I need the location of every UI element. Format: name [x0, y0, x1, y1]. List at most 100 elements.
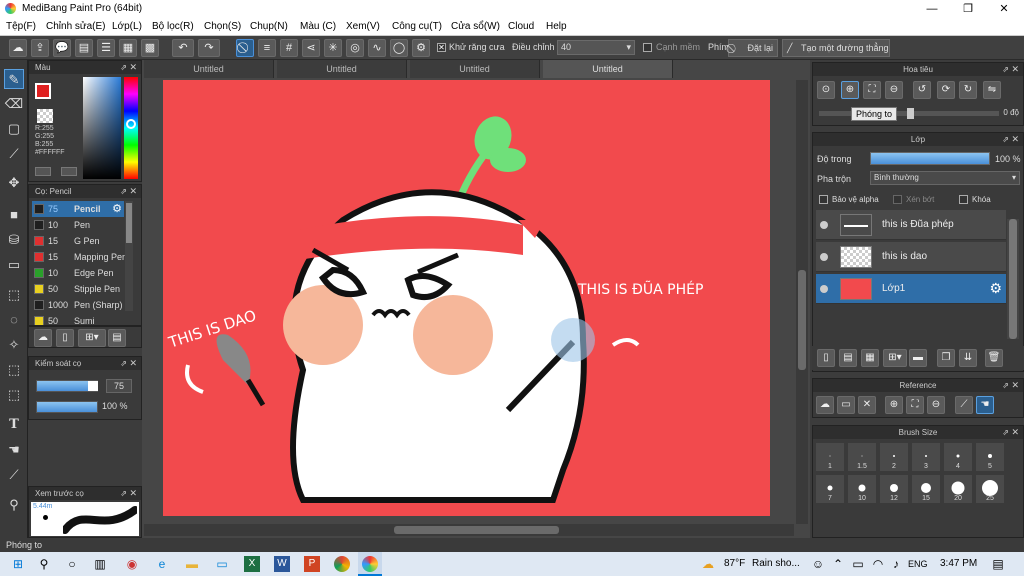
pin-icon[interactable]: ⇗ — [1002, 133, 1009, 146]
fill-rect-tool-icon[interactable]: ■ — [4, 205, 24, 225]
undo-icon[interactable]: ↶ — [172, 39, 194, 57]
dropper-tool-icon[interactable]: ⚲ — [4, 495, 24, 515]
soft-edge-checkbox[interactable] — [643, 43, 652, 52]
menu-cloud[interactable]: Cloud — [508, 21, 534, 32]
menu-view[interactable]: Xem(V) — [346, 21, 380, 32]
visibility-icon[interactable] — [820, 253, 828, 261]
tab-untitled-1[interactable]: Untitled — [144, 60, 274, 78]
close-icon[interactable]: ✕ — [129, 185, 137, 198]
brush-item[interactable]: 10 Pen — [32, 217, 124, 233]
close-button[interactable]: ✕ — [986, 0, 1022, 18]
color-mode-button[interactable] — [35, 167, 51, 176]
brush-size-cell[interactable]: 7 — [815, 474, 845, 504]
open-folder-icon[interactable]: ▭ — [837, 396, 855, 414]
windows-start-icon[interactable]: ⊞ — [10, 556, 26, 572]
upload-icon[interactable]: ⇪ — [31, 39, 49, 57]
hand-tool-icon[interactable]: ☚ — [4, 440, 24, 460]
select-pen-tool-icon[interactable]: ⬚ — [4, 360, 24, 380]
pin-icon[interactable]: ⇗ — [1002, 379, 1009, 392]
menu-color[interactable]: Màu (C) — [300, 21, 336, 32]
close-icon[interactable]: ✕ — [1011, 133, 1019, 146]
slider-handle[interactable] — [88, 381, 98, 391]
new-brush-icon[interactable]: ▯ — [56, 329, 74, 347]
layer-scroll-thumb[interactable] — [1009, 219, 1017, 339]
cloud-icon[interactable]: ☁ — [9, 39, 27, 57]
app-icon-1[interactable]: ◉ — [124, 556, 140, 572]
brush-list-scrollbar[interactable] — [125, 201, 133, 311]
task-view-icon[interactable]: ▥ — [92, 556, 108, 572]
medibang-taskbar-button[interactable] — [358, 552, 382, 576]
bucket-tool-icon[interactable]: ⛁ — [4, 230, 24, 250]
menu-window[interactable]: Cửa sổ(W) — [451, 21, 500, 32]
close-icon[interactable]: ✕ — [129, 357, 137, 370]
select-eraser-tool-icon[interactable]: ⬚ — [4, 385, 24, 405]
monitor-icon[interactable]: ▭ — [214, 556, 230, 572]
circle-snap-icon[interactable]: ◎ — [346, 39, 364, 57]
eyedropper-tool-icon[interactable]: ⟋ — [4, 465, 24, 485]
excel-icon[interactable]: X — [244, 556, 260, 572]
pin-icon[interactable]: ⇗ — [120, 487, 127, 500]
color-picker-square[interactable] — [83, 77, 121, 179]
tray-chevron-icon[interactable]: ⌃ — [830, 556, 846, 572]
layer-row-active[interactable]: Lớp1 ⚙ — [816, 274, 1006, 304]
duplicate-layer-icon[interactable]: ❐ — [937, 349, 955, 367]
file-explorer-icon[interactable]: ▬ — [184, 556, 200, 572]
brush-item[interactable]: 10 Edge Pen — [32, 265, 124, 281]
zoom-out-icon[interactable]: ⊖ — [927, 396, 945, 414]
brush-item[interactable]: 15 Mapping Pen — [32, 249, 126, 265]
brush-opacity-slider[interactable] — [36, 401, 98, 413]
lasso-tool-icon[interactable]: ◌ — [4, 310, 24, 330]
search-icon[interactable]: ⚲ — [36, 556, 52, 572]
snap-off-icon[interactable]: ⃠ — [236, 39, 254, 57]
rotation-handle[interactable] — [907, 108, 914, 119]
close-icon[interactable]: ✕ — [1011, 379, 1019, 392]
magic-wand-tool-icon[interactable]: ✧ — [4, 335, 24, 355]
reset-rotation-icon[interactable]: ⟳ — [937, 81, 955, 99]
menu-file[interactable]: Tệp(F) — [6, 21, 36, 32]
brush-size-cell[interactable]: 10 — [847, 474, 877, 504]
flip-icon[interactable]: ⇋ — [983, 81, 1001, 99]
pen-tool-icon[interactable]: ⟋ — [4, 144, 24, 164]
zoom-in-icon[interactable]: ⊕ — [885, 396, 903, 414]
vertical-scrollbar[interactable] — [796, 80, 808, 524]
eyedropper-icon[interactable]: ⟋ — [955, 396, 973, 414]
layer-row[interactable]: this is Đũa phép — [816, 210, 1006, 240]
redo-icon[interactable]: ↷ — [198, 39, 220, 57]
network-icon[interactable]: ▭ — [850, 556, 866, 572]
maximize-button[interactable]: ❐ — [950, 0, 986, 18]
language-indicator[interactable]: ENG — [908, 559, 928, 569]
brush-size-cell[interactable]: 12 — [879, 474, 909, 504]
brush-size-cell[interactable]: 20 — [943, 474, 973, 504]
brush-tool-icon[interactable]: ✎ — [4, 69, 24, 89]
brush-size-cell[interactable]: 4 — [943, 442, 973, 472]
cloud-brush-icon[interactable]: ☁ — [34, 329, 52, 347]
new-layer-icon[interactable]: ▯ — [817, 349, 835, 367]
brush-size-cell[interactable]: 1.5 — [847, 442, 877, 472]
straight-line-button[interactable]: ╱ Tạo một đường thẳng — [782, 39, 890, 57]
move-tool-icon[interactable]: ✥ — [4, 173, 24, 193]
new-halftone-layer-icon[interactable]: ▤ — [839, 349, 857, 367]
hand-icon[interactable]: ☚ — [976, 396, 994, 414]
close-icon[interactable]: ✕ — [858, 396, 876, 414]
drawing-canvas[interactable]: THIS IS DAO THIS IS ĐŨA PHÉP — [163, 80, 770, 516]
blend-select[interactable]: Bình thường ▾ — [870, 171, 1020, 185]
brush-size-cell[interactable]: 3 — [911, 442, 941, 472]
menu-select[interactable]: Chọn(S) — [204, 21, 241, 32]
menu-layer[interactable]: Lớp(L) — [112, 21, 142, 32]
folder-icon[interactable]: ▬ — [909, 349, 927, 367]
brush-size-cell[interactable]: 15 — [911, 474, 941, 504]
dot-tool-icon[interactable]: ▢ — [4, 119, 24, 139]
horizontal-scrollbar[interactable] — [144, 524, 794, 536]
pin-icon[interactable]: ⇗ — [120, 357, 127, 370]
select-rect-tool-icon[interactable]: ⬚ — [4, 285, 24, 305]
pin-icon[interactable]: ⇗ — [120, 61, 127, 74]
visibility-icon[interactable] — [820, 285, 828, 293]
text-tool-icon[interactable]: T — [4, 415, 24, 435]
tab-untitled-4[interactable]: Untitled — [543, 60, 673, 78]
brush-size-slider[interactable] — [36, 380, 98, 392]
lock-checkbox[interactable] — [959, 195, 968, 204]
close-icon[interactable]: ✕ — [129, 487, 137, 500]
grid-icon[interactable]: ▩ — [141, 39, 159, 57]
eraser-tool-icon[interactable]: ⌫ — [4, 94, 24, 114]
tab-untitled-3[interactable]: Untitled — [410, 60, 540, 78]
